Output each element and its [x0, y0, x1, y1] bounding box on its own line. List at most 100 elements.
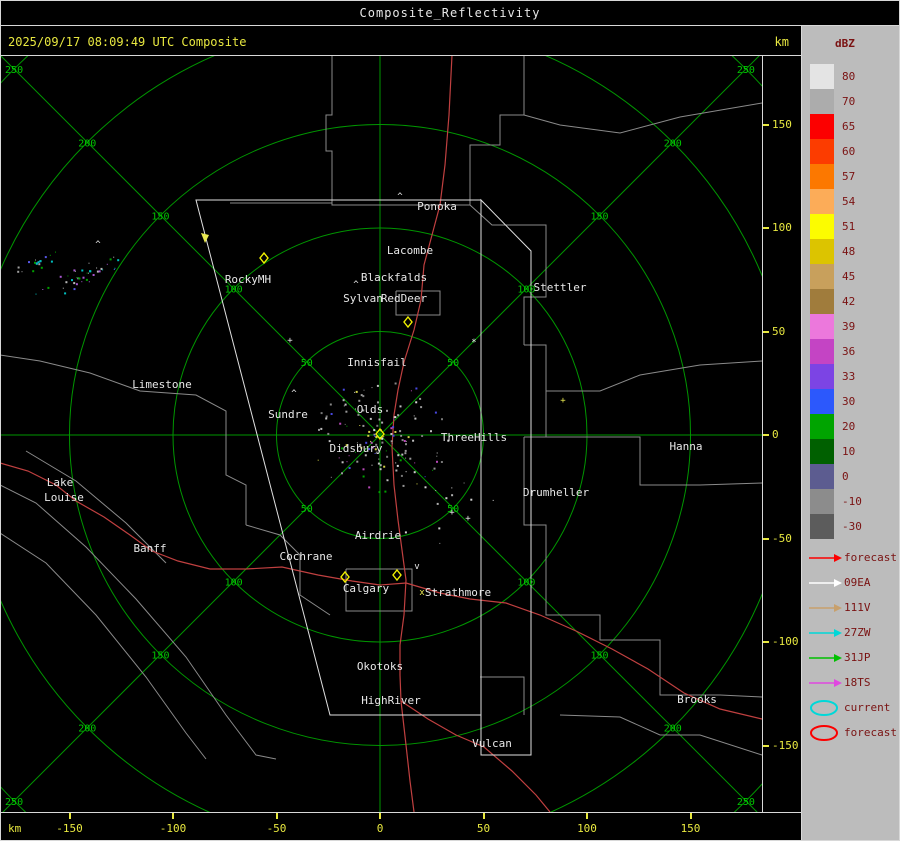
colorbar-swatch [810, 464, 834, 489]
colorbar-row: 54 [810, 189, 862, 214]
colorbar-row: 39 [810, 314, 862, 339]
colorbar-swatch [810, 189, 834, 214]
city-label: Louise [44, 491, 84, 504]
legend-label: 31JP [844, 651, 871, 664]
city-label: RockyMH [225, 273, 271, 286]
timestamp-label: 2025/09/17 08:09:49 UTC Composite [8, 35, 247, 49]
y-axis-label: -150 [772, 738, 799, 752]
window-title: Composite_Reflectivity [359, 6, 541, 20]
track-legend: forecast 09EA 111V 27ZW 31JP 18TS current forec… [807, 545, 897, 745]
colorbar-row: 42 [810, 289, 862, 314]
x-axis-tick [482, 813, 485, 819]
radar-application-window: { "window": { "title": "Composite_Reflec… [0, 0, 900, 841]
colorbar-swatch [810, 314, 834, 339]
colorbar-value: 54 [842, 195, 856, 208]
range-ring-label: 100 [517, 577, 535, 588]
storm-mark: ^ [397, 192, 403, 202]
legend-row: forecast [807, 545, 897, 570]
colorbar-value: 70 [842, 95, 856, 108]
range-ring-label: 100 [225, 285, 243, 296]
x-axis-tick [68, 813, 71, 819]
storm-mark: + [560, 396, 566, 406]
city-label: Vulcan [472, 737, 512, 750]
colorbar-swatch [810, 514, 834, 539]
city-label: Stettler [534, 281, 587, 294]
storm-mark: ^ [95, 240, 101, 250]
x-axis-tick [586, 813, 588, 819]
colorbar-value: 57 [842, 170, 856, 183]
range-ring-label: 50 [301, 358, 313, 369]
y-axis-label: 100 [772, 221, 792, 234]
city-label: Drumheller [523, 486, 590, 499]
x-axis-tick [689, 813, 692, 819]
colorbar-row: 45 [810, 264, 862, 289]
storm-mark: + [287, 336, 293, 346]
title-divider [0, 25, 900, 26]
city-label: Ponoka [417, 200, 457, 213]
map-top-border [0, 55, 801, 56]
colorbar-value: 39 [842, 320, 856, 333]
storm-mark: v [414, 562, 419, 572]
colorbar-row: 51 [810, 214, 862, 239]
x-axis-label: 0 [376, 822, 384, 835]
x-axis-unit-label: km [8, 822, 22, 835]
colorbar-row: 10 [810, 439, 862, 464]
range-ring-label: 150 [151, 651, 169, 662]
city-label: Blackfalds [361, 271, 427, 284]
range-ring-label: 100 [225, 577, 243, 588]
colorbar-row: 20 [810, 414, 862, 439]
legend-row: 18TS [807, 670, 897, 695]
y-axis-label: -50 [772, 531, 792, 545]
city-label: Airdrie [355, 529, 401, 542]
x-axis-tick [275, 813, 278, 819]
colorbar-swatch [810, 239, 834, 264]
radar-map-canvas[interactable]: 50 100 150 200 250 50 100 150 200 250 50 100 150 200 2… [0, 55, 762, 812]
range-ring-label: 150 [591, 651, 609, 662]
x-axis-label: -100 [159, 822, 187, 835]
colorbar-value: 33 [842, 370, 856, 383]
sidebar-separator [801, 25, 802, 841]
legend-row: current [807, 695, 897, 720]
y-axis-tick [763, 123, 769, 126]
city-label: Lake [47, 476, 74, 489]
legend-label: forecast [844, 726, 897, 739]
city-label: HighRiver [361, 694, 421, 707]
colorbar-swatch [810, 364, 834, 389]
city-label: Innisfail [347, 356, 407, 369]
colorbar-value: 20 [842, 420, 856, 433]
city-label: Didsbury [330, 442, 383, 455]
colorbar-swatch [810, 89, 834, 114]
city-label: Okotoks [357, 660, 403, 673]
colorbar-value: 60 [842, 145, 856, 158]
colorbar-row: 70 [810, 89, 862, 114]
legend-label: 18TS [844, 676, 871, 689]
y-axis-tick [763, 641, 769, 643]
city-label: RedDeer [381, 292, 428, 305]
track-arrow-icon [809, 653, 842, 662]
storm-mark: ^ [353, 280, 359, 290]
range-ring-label: 250 [737, 797, 755, 808]
legend-row: 27ZW [807, 620, 897, 645]
city-label: Banff [133, 542, 166, 555]
colorbar-swatch [810, 64, 834, 89]
yellow-arrow-marker [201, 233, 209, 243]
radar-map-svg[interactable]: 50 100 150 200 250 50 100 150 200 250 50 100 150 200 2… [0, 55, 762, 812]
range-ring-label: 150 [151, 211, 169, 222]
colorbar-row: 33 [810, 364, 862, 389]
city-label: ThreeHills [441, 431, 507, 444]
x-axis-label: 150 [680, 822, 701, 835]
y-axis-unit-label: km [774, 35, 789, 49]
sidebar: dBZ 80 70 65 60 57 54 51 48 45 42 39 36 33 30 20 10 0 -10… [802, 26, 900, 841]
colorbar-value: 42 [842, 295, 856, 308]
x-axis-label: 50 [476, 822, 491, 835]
x-axis-label: -150 [56, 822, 83, 835]
y-axis-tick [763, 330, 769, 333]
city-label: Sylvan [343, 292, 383, 305]
colorbar-value: 65 [842, 120, 856, 133]
colorbar-swatch [810, 164, 834, 189]
city-label: Cochrane [280, 550, 333, 563]
colorbar-swatch [810, 139, 834, 164]
colorbar-row: 60 [810, 139, 862, 164]
city-label: Strathmore [425, 586, 491, 599]
colorbar-row: 30 [810, 389, 862, 414]
